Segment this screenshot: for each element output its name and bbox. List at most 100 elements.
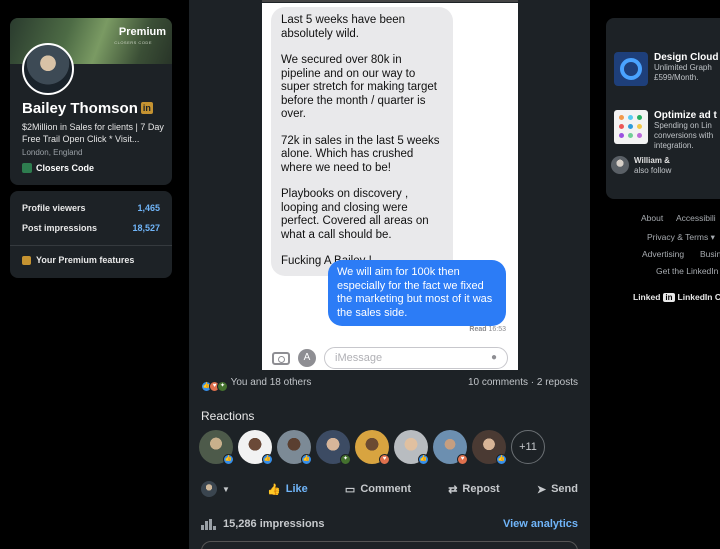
premium-in-badge-icon: in xyxy=(140,102,153,114)
company-logo-icon xyxy=(22,163,32,173)
dots-logo-icon xyxy=(614,110,648,144)
reaction-icons: 👍 ♥ ✦ xyxy=(201,381,228,392)
ad-title: Design Cloud xyxy=(654,52,719,63)
post-action-bar: ▼ 👍 Like ▭ Comment ⇄ Repost ➤ Send xyxy=(201,481,578,497)
comments-reposts-link[interactable]: 10 comments · 2 reposts xyxy=(468,377,578,392)
ad-social-proof: William & also follow xyxy=(611,156,671,176)
love-reaction-icon: ♥ xyxy=(379,454,390,465)
reactions-summary-link[interactable]: 👍 ♥ ✦ You and 18 others xyxy=(201,377,311,392)
send-icon: ➤ xyxy=(536,483,547,496)
get-app-link[interactable]: Get the LinkedIn xyxy=(656,266,718,276)
ad-text: £599/Month. xyxy=(654,73,699,82)
like-reaction-icon: 👍 xyxy=(262,454,273,465)
post-impressions-row[interactable]: Post impressions 18,527 xyxy=(22,223,160,233)
message-line: Playbooks on discovery , looping and clo… xyxy=(281,188,429,241)
reactor-avatar[interactable]: 👍 xyxy=(394,430,429,465)
sponsored-card: Design Cloud Unlimited Graph £599/Month.… xyxy=(606,18,720,199)
accessibility-link[interactable]: Accessibili xyxy=(676,213,716,223)
company-link[interactable]: Closers Code xyxy=(22,163,94,173)
outgoing-message-bubble: We will aim for 100k then especially for… xyxy=(328,260,506,326)
social-counts: 👍 ♥ ✦ You and 18 others 10 comments · 2 … xyxy=(201,377,578,392)
incoming-message-bubble: Last 5 weeks have been absolutely wild. … xyxy=(271,7,453,276)
imessage-composer: A iMessage ● xyxy=(272,347,508,369)
read-receipt: Read 16:53 xyxy=(469,326,506,333)
repost-button[interactable]: ⇄ Repost xyxy=(448,483,500,496)
follower-avatar xyxy=(611,156,629,174)
reactor-avatar[interactable]: ♥ xyxy=(433,430,468,465)
premium-features-label: Your Premium features xyxy=(36,255,135,265)
love-reaction-icon: ♥ xyxy=(457,454,468,465)
design-cloud-logo-icon xyxy=(614,52,648,86)
ad-optimize[interactable]: Optimize ad t Spending on Lin conversion… xyxy=(614,110,717,151)
profile-name[interactable]: Bailey Thomson in xyxy=(22,100,153,117)
camera-icon xyxy=(272,351,290,365)
linkedin-in-icon: in xyxy=(663,292,675,302)
like-reaction-icon: 👍 xyxy=(223,454,234,465)
like-reaction-icon: 👍 xyxy=(496,454,507,465)
ad-design-cloud[interactable]: Design Cloud Unlimited Graph £599/Month. xyxy=(614,52,718,86)
privacy-terms-link[interactable]: Privacy & Terms ▾ xyxy=(647,232,715,243)
impressions-count: 15,286 impressions xyxy=(201,518,325,530)
send-button[interactable]: ➤ Send xyxy=(537,483,578,496)
company-name: Closers Code xyxy=(36,163,95,173)
like-button[interactable]: 👍 Like xyxy=(267,483,308,496)
profile-card[interactable]: Premium CLOSERS CODE Bailey Thomson in $2… xyxy=(10,18,172,185)
stats-card: Profile viewers 1,465 Post impressions 1… xyxy=(10,191,172,278)
post-image-imessage[interactable]: Last 5 weeks have been absolutely wild. … xyxy=(262,3,518,370)
banner-logo: CLOSERS CODE xyxy=(114,40,152,45)
comment-icon: ▭ xyxy=(344,483,356,496)
celebrate-reaction-icon: ✦ xyxy=(340,454,351,465)
celebrate-reaction-icon: ✦ xyxy=(217,381,228,392)
comment-button[interactable]: ▭ Comment xyxy=(345,483,411,496)
message-line: 72k in sales in the last 5 weeks alone. … xyxy=(281,134,440,174)
impressions-row: 15,286 impressions View analytics xyxy=(201,518,578,530)
scroll-edge xyxy=(262,0,518,2)
profile-avatar[interactable] xyxy=(22,43,74,95)
ad-title: Optimize ad t xyxy=(654,110,717,121)
premium-label: Premium xyxy=(118,26,166,38)
more-reactors-button[interactable]: +11 xyxy=(511,430,545,464)
profile-headline: $2Million in Sales for clients | 7 Day F… xyxy=(22,122,164,144)
reactor-avatar[interactable]: ♥ xyxy=(355,430,390,465)
thumbs-up-icon: 👍 xyxy=(267,483,281,496)
follower-text: also follow xyxy=(634,166,672,175)
microphone-icon: ● xyxy=(490,352,497,363)
linkedin-logo: Linked xyxy=(633,292,661,302)
profile-viewers-label: Profile viewers xyxy=(22,203,86,213)
react-as-selector[interactable]: ▼ xyxy=(201,481,230,497)
post-impressions-value: 18,527 xyxy=(132,223,160,233)
comment-input[interactable] xyxy=(201,541,578,549)
chevron-down-icon: ▼ xyxy=(222,484,230,494)
imessage-input: iMessage ● xyxy=(324,347,508,369)
profile-viewers-row[interactable]: Profile viewers 1,465 xyxy=(22,203,160,213)
premium-icon xyxy=(22,255,31,265)
reactor-avatars: 👍 👍 👍 ✦ ♥ 👍 ♥ 👍 +11 xyxy=(199,430,545,465)
like-reaction-icon: 👍 xyxy=(301,454,312,465)
reactor-avatar[interactable]: 👍 xyxy=(277,430,312,465)
profile-location: London, England xyxy=(22,148,83,157)
message-line: Last 5 weeks have been absolutely wild. xyxy=(281,14,406,40)
business-link[interactable]: Busin xyxy=(700,249,720,259)
follower-name: William & xyxy=(634,156,670,165)
advertising-link[interactable]: Advertising xyxy=(642,249,684,259)
view-analytics-link[interactable]: View analytics xyxy=(503,518,578,530)
about-link[interactable]: About xyxy=(641,213,663,223)
reactor-avatar[interactable]: ✦ xyxy=(316,430,351,465)
app-store-icon: A xyxy=(298,349,316,367)
ad-text: Spending on Lin xyxy=(654,121,712,130)
reactor-avatar[interactable]: 👍 xyxy=(238,430,273,465)
repost-icon: ⇄ xyxy=(448,483,458,496)
reactions-heading: Reactions xyxy=(201,409,255,423)
post-impressions-label: Post impressions xyxy=(22,223,98,233)
reactor-avatar[interactable]: 👍 xyxy=(472,430,507,465)
reactor-avatar[interactable]: 👍 xyxy=(199,430,234,465)
linkedin-footer-brand: LinkedinLinkedIn Co xyxy=(633,292,720,302)
copyright-text: LinkedIn Co xyxy=(677,292,720,302)
profile-viewers-value: 1,465 xyxy=(137,203,160,213)
self-avatar xyxy=(201,481,217,497)
ad-text: conversions with xyxy=(654,131,714,140)
ad-text: Unlimited Graph xyxy=(654,63,712,72)
ad-text: integration. xyxy=(654,141,694,150)
like-reaction-icon: 👍 xyxy=(418,454,429,465)
premium-features-link[interactable]: Your Premium features xyxy=(22,255,134,265)
